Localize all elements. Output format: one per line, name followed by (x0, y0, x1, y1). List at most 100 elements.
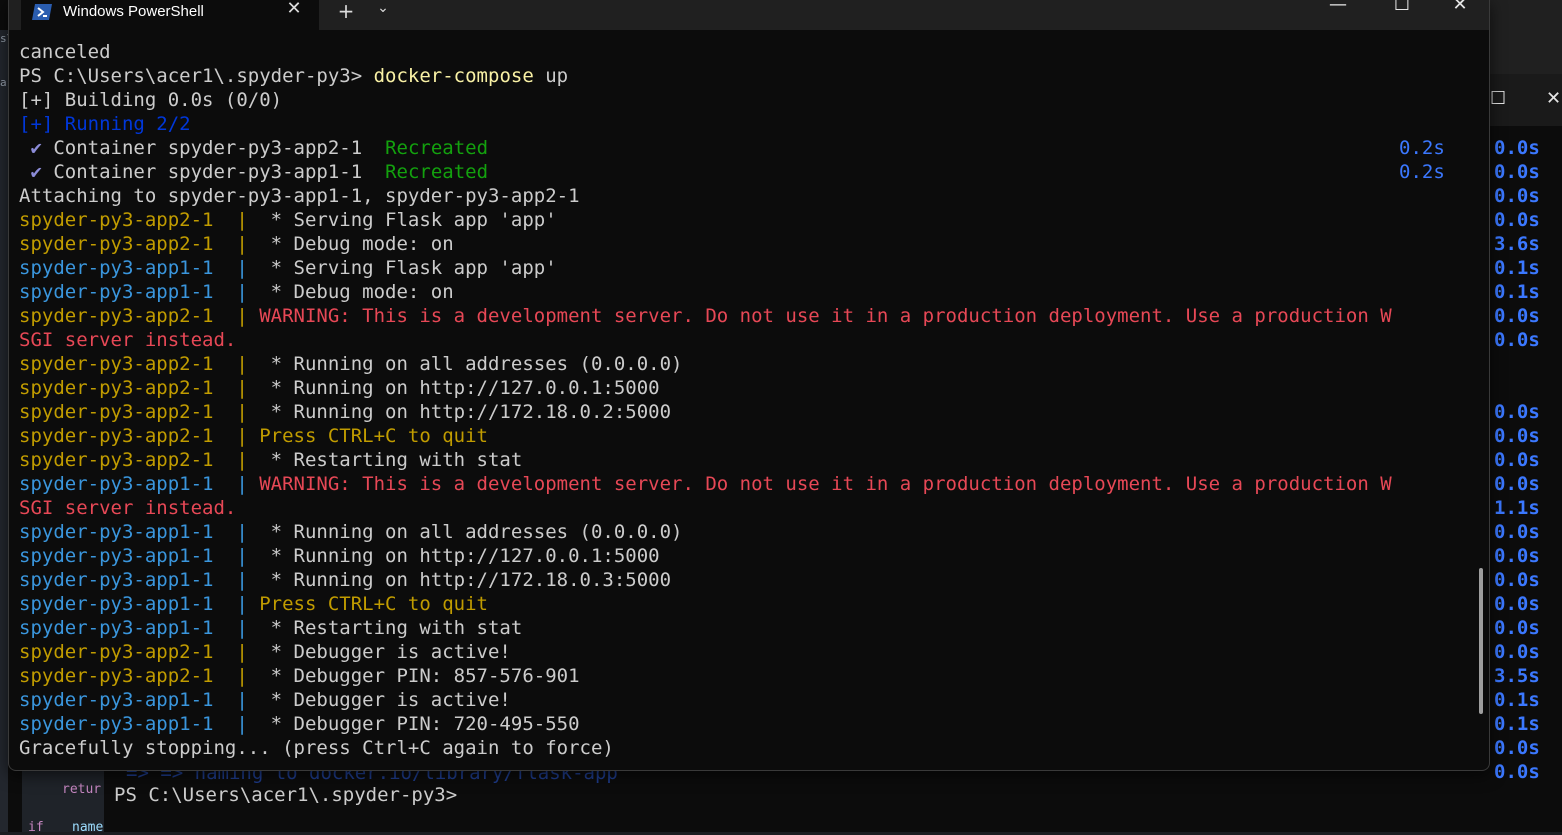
terminal-text: docker-compose (373, 65, 534, 87)
terminal-text: Press CTRL+C to quit (259, 425, 488, 447)
terminal-text: Attaching to spyder-py3-app1-1, spyder-p… (19, 185, 580, 207)
terminal-text: * Debugger PIN: 857-576-901 (259, 665, 580, 687)
terminal-text: spyder-py3-app1-1 | (19, 257, 260, 279)
terminal-text: spyder-py3-app1-1 | (19, 545, 260, 567)
terminal-text: * Running on http://172.18.0.2:5000 (259, 401, 672, 423)
terminal-text: canceled (19, 41, 111, 63)
tab-title: Windows PowerShell (63, 3, 204, 20)
background-timing: 0.0s (1494, 305, 1540, 327)
terminal-text: * Debug mode: on (259, 281, 454, 303)
minimize-button[interactable]: — (1315, 0, 1361, 24)
terminal-line: spyder-py3-app2-1 | WARNING: This is a d… (19, 304, 1479, 328)
terminal-text: WARNING: This is a development server. D… (259, 305, 1392, 327)
terminal-line: spyder-py3-app2-1 | * Running on all add… (19, 352, 1479, 376)
chevron-down-icon[interactable]: ⌄ (371, 0, 395, 24)
terminal-line: spyder-py3-app2-1 | Press CTRL+C to quit (19, 424, 1479, 448)
background-timing: 0.0s (1494, 737, 1540, 759)
terminal-text: PS C:\Users\acer1\.spyder-py3> (19, 65, 374, 87)
background-timing: 0.0s (1494, 185, 1540, 207)
terminal-text: Container spyder-py3-app2-1 (53, 137, 386, 159)
background-timing: 0.1s (1494, 281, 1540, 303)
terminal-line: Attaching to spyder-py3-app1-1, spyder-p… (19, 184, 1479, 208)
container-duration: 0.2s (1399, 137, 1445, 159)
background-timing: 0.0s (1494, 593, 1540, 615)
terminal-line: spyder-py3-app1-1 | * Debugger PIN: 720-… (19, 712, 1479, 736)
background-maximize-button[interactable]: ☐ (1490, 88, 1506, 109)
title-bar[interactable]: Windows PowerShell ✕ + ⌄ — ☐ ✕ (9, 0, 1489, 30)
background-timing: 0.0s (1494, 329, 1540, 351)
terminal-text: Gracefully stopping... (press Ctrl+C aga… (19, 737, 614, 759)
terminal-text: spyder-py3-app2-1 | (19, 401, 260, 423)
terminal-text: * Debug mode: on (259, 233, 454, 255)
background-timing: 0.0s (1494, 137, 1540, 159)
terminal-text: spyder-py3-app2-1 | (19, 449, 260, 471)
terminal-text: Recreated (385, 137, 489, 159)
terminal-line: spyder-py3-app1-1 | * Restarting with st… (19, 616, 1479, 640)
terminal-text: spyder-py3-app1-1 | (19, 281, 260, 303)
terminal-line: spyder-py3-app2-1 | * Running on http://… (19, 400, 1479, 424)
maximize-button[interactable]: ☐ (1379, 0, 1425, 24)
background-timing: 3.6s (1494, 233, 1540, 255)
background-timing: 0.0s (1494, 425, 1540, 447)
terminal-text: ✔ (19, 161, 54, 183)
terminal-line: ✔ Container spyder-py3-app2-1 Recreated 0… (19, 136, 1479, 160)
tab-windows-powershell[interactable]: Windows PowerShell ✕ (21, 0, 319, 30)
terminal-line: spyder-py3-app2-1 | * Serving Flask app … (19, 208, 1479, 232)
background-editor-text: a (0, 76, 7, 89)
terminal-text: * Running on http://127.0.0.1:5000 (259, 545, 660, 567)
background-close-button[interactable]: ✕ (1546, 88, 1561, 109)
background-timing: 0.0s (1494, 401, 1540, 423)
background-timing: 0.0s (1494, 209, 1540, 231)
background-timing: 0.0s (1494, 161, 1540, 183)
terminal-text: * Serving Flask app 'app' (259, 257, 557, 279)
terminal-line: PS C:\Users\acer1\.spyder-py3> docker-co… (19, 64, 1479, 88)
terminal-line: ✔ Container spyder-py3-app1-1 Recreated 0… (19, 160, 1479, 184)
terminal-text: spyder-py3-app1-1 | (19, 617, 260, 639)
terminal-line: spyder-py3-app2-1 | * Restarting with st… (19, 448, 1479, 472)
terminal-line: spyder-py3-app1-1 | * Debugger is active… (19, 688, 1479, 712)
scrollbar[interactable] (1479, 568, 1483, 714)
background-timing: 0.0s (1494, 617, 1540, 639)
terminal-text: SGI server instead. (19, 497, 237, 519)
background-timing: 0.0s (1494, 521, 1540, 543)
powershell-window: Windows PowerShell ✕ + ⌄ — ☐ ✕ canceled P… (8, 0, 1490, 771)
background-timing: 0.0s (1494, 449, 1540, 471)
background-timing-column: 0.0s 0.0s 0.0s 0.0s 3.6s 0.1s 0.1s 0.0s 0.0s 0.0s… (1494, 136, 1562, 784)
terminal-text: * Running on all addresses (0.0.0.0) (259, 353, 683, 375)
terminal-line: Gracefully stopping... (press Ctrl+C aga… (19, 736, 1479, 760)
terminal-text: Container spyder-py3-app1-1 (53, 161, 386, 183)
new-tab-button[interactable]: + (333, 0, 359, 25)
background-timing: 0.1s (1494, 713, 1540, 735)
background-timing: 3.5s (1494, 665, 1540, 687)
terminal-text: * Serving Flask app 'app' (259, 209, 557, 231)
terminal-text: spyder-py3-app2-1 | (19, 641, 260, 663)
background-code-token: retur (62, 782, 102, 797)
terminal-line: canceled (19, 40, 1479, 64)
background-titlebar (1490, 0, 1562, 74)
terminal-line: spyder-py3-app2-1 | * Running on http://… (19, 376, 1479, 400)
background-prompt[interactable]: PS C:\Users\acer1\.spyder-py3> (114, 784, 457, 806)
background-code-token: if (28, 820, 44, 835)
terminal-text: WARNING: This is a development server. D… (259, 473, 1392, 495)
background-timing: 0.0s (1494, 473, 1540, 495)
close-tab-icon[interactable]: ✕ (283, 0, 305, 20)
terminal-text: spyder-py3-app1-1 | (19, 473, 260, 495)
terminal-line: spyder-py3-app1-1 | * Serving Flask app … (19, 256, 1479, 280)
terminal-text: spyder-py3-app2-1 | (19, 377, 260, 399)
background-timing: 0.1s (1494, 689, 1540, 711)
close-button[interactable]: ✕ (1437, 0, 1483, 24)
terminal-text: up (533, 65, 569, 87)
background-timing: 0.0s (1494, 641, 1540, 663)
background-timing (1494, 376, 1562, 400)
background-editor-strip (0, 30, 8, 832)
terminal-line: spyder-py3-app1-1 | * Running on http://… (19, 544, 1479, 568)
background-timing: 0.0s (1494, 761, 1540, 783)
terminal-text: spyder-py3-app1-1 | (19, 569, 260, 591)
terminal-line: spyder-py3-app1-1 | * Debug mode: on (19, 280, 1479, 304)
terminal-text: spyder-py3-app1-1 | (19, 593, 260, 615)
terminal-line: [+] Building 0.0s (0/0) (19, 88, 1479, 112)
terminal-output[interactable]: canceled PS C:\Users\acer1\.spyder-py3> d… (19, 40, 1479, 760)
terminal-text: * Restarting with stat (259, 449, 523, 471)
terminal-text: * Running on http://127.0.0.1:5000 (259, 377, 660, 399)
terminal-line: spyder-py3-app1-1 | WARNING: This is a d… (19, 472, 1479, 496)
